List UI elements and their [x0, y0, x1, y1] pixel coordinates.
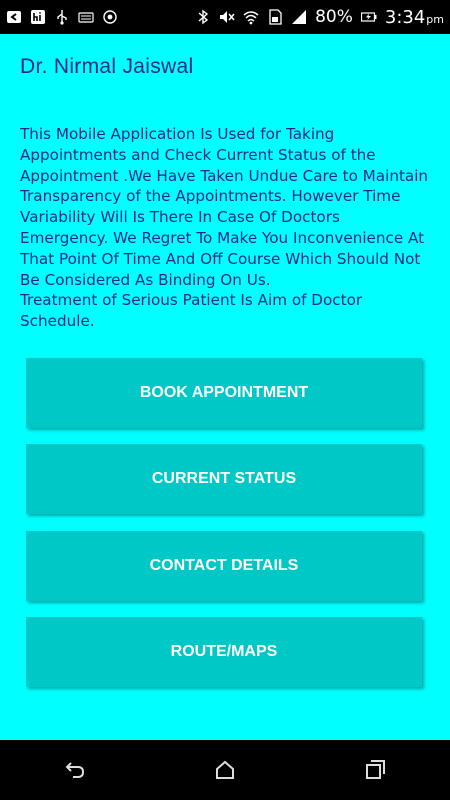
page-title: Dr. Nirmal Jaiswal — [20, 55, 194, 78]
usb-icon — [54, 9, 70, 25]
hi-icon — [30, 9, 46, 25]
keyboard-icon — [78, 9, 94, 25]
app-description: This Mobile Application Is Used for Taki… — [20, 125, 429, 331]
recents-icon[interactable] — [360, 755, 390, 785]
book-appointment-button[interactable]: BOOK APPOINTMENT — [26, 358, 422, 428]
bluetooth-icon — [195, 9, 211, 25]
route-maps-button[interactable]: ROUTE/MAPS — [26, 617, 422, 687]
status-bar: 80% 3:34pm — [0, 0, 450, 34]
signal-icon — [291, 9, 307, 25]
battery-charging-icon — [360, 9, 377, 25]
status-bar-right: 80% 3:34pm — [195, 7, 444, 28]
back-icon[interactable] — [60, 755, 90, 785]
home-icon[interactable] — [210, 755, 240, 785]
status-bar-left — [6, 9, 118, 25]
current-status-button[interactable]: CURRENT STATUS — [26, 444, 422, 514]
wifi-icon — [243, 9, 259, 25]
clock-time: 3:34 — [384, 6, 426, 28]
nav-bar — [0, 740, 450, 800]
clock: 3:34pm — [385, 7, 444, 28]
mute-icon — [219, 9, 235, 25]
record-icon — [102, 9, 118, 25]
app-bar: Dr. Nirmal Jaiswal — [0, 34, 450, 100]
contact-details-button[interactable]: CONTACT DETAILS — [26, 531, 422, 601]
back-box-icon — [6, 9, 22, 25]
clock-ampm: pm — [426, 12, 444, 26]
sim-icon — [267, 9, 283, 25]
battery-percent: 80% — [315, 7, 353, 27]
main-content: This Mobile Application Is Used for Taki… — [0, 100, 450, 740]
